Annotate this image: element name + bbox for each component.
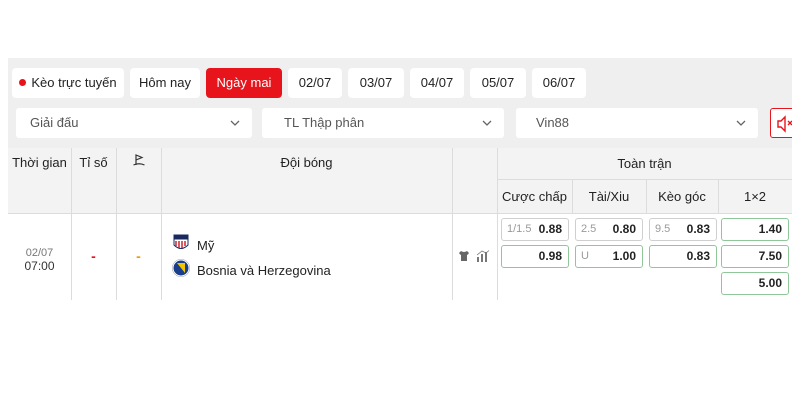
home-team[interactable]: Mỹ bbox=[197, 238, 214, 253]
odds-format-select[interactable]: TL Thập phân bbox=[262, 108, 504, 138]
header-full-match: Toàn trận bbox=[617, 156, 672, 171]
handicap-home-odds[interactable]: 1/1.5 0.88 bbox=[501, 218, 569, 241]
bookmaker-select[interactable]: Vin88 bbox=[516, 108, 758, 138]
odds-value: 5.00 bbox=[758, 276, 782, 290]
tab-label: Kèo trực tuyến bbox=[31, 75, 117, 90]
over-odds[interactable]: 2.5 0.80 bbox=[575, 218, 643, 241]
corners-over-odds[interactable]: 9.5 0.83 bbox=[649, 218, 717, 241]
one-x-two-draw-odds[interactable]: 5.00 bbox=[721, 272, 789, 295]
match-score: - bbox=[91, 248, 96, 264]
odds-line: 9.5 bbox=[655, 223, 671, 235]
odds-value: 0.83 bbox=[686, 222, 710, 236]
header-1x2: 1×2 bbox=[743, 189, 767, 204]
bosnia-crest-icon bbox=[172, 259, 190, 277]
under-odds[interactable]: U 1.00 bbox=[575, 245, 643, 268]
sound-icon bbox=[777, 115, 792, 133]
sound-toggle-button[interactable] bbox=[770, 108, 792, 138]
odds-value: 0.98 bbox=[538, 249, 562, 263]
header-corners: Kèo góc bbox=[658, 189, 706, 204]
corner-flag-icon bbox=[132, 154, 145, 166]
odds-value: 1.00 bbox=[612, 249, 636, 263]
header-extra bbox=[116, 153, 161, 170]
tab-date-0307[interactable]: 03/07 bbox=[348, 68, 404, 98]
tab-tomorrow[interactable]: Ngày mai bbox=[206, 68, 282, 98]
league-select[interactable]: Giải đấu bbox=[16, 108, 252, 138]
odds-value: 0.88 bbox=[538, 222, 562, 236]
league-select-value: Giải đấu bbox=[30, 115, 79, 130]
odds-table: Thời gian Tỉ số Đội bóng Toàn trận Cược … bbox=[8, 148, 792, 300]
header-over-under: Tài/Xiu bbox=[588, 189, 630, 204]
usa-crest-icon bbox=[173, 234, 189, 249]
chevron-down-icon bbox=[736, 120, 746, 126]
match-time: 07:00 bbox=[24, 259, 55, 273]
odds-panel: Kèo trực tuyến Hôm nay Ngày mai 02/07 03… bbox=[8, 58, 792, 300]
match-corners-score: - bbox=[136, 248, 141, 264]
handicap-away-odds[interactable]: 0.98 bbox=[501, 245, 569, 268]
chevron-down-icon bbox=[230, 120, 240, 126]
header-handicap: Cược chấp bbox=[502, 189, 567, 204]
odds-line: U bbox=[581, 250, 589, 262]
match-date: 02/07 bbox=[25, 247, 54, 259]
header-teams: Đội bóng bbox=[280, 155, 333, 170]
odds-format-value: TL Thập phân bbox=[284, 115, 365, 130]
tab-live-odds[interactable]: Kèo trực tuyến bbox=[12, 68, 124, 98]
header-score: Tỉ số bbox=[79, 155, 108, 170]
stats-chart-icon[interactable] bbox=[476, 250, 490, 262]
odds-value: 1.40 bbox=[758, 222, 782, 236]
one-x-two-home-odds[interactable]: 1.40 bbox=[721, 218, 789, 241]
tab-today[interactable]: Hôm nay bbox=[130, 68, 200, 98]
tab-date-0207[interactable]: 02/07 bbox=[288, 68, 342, 98]
corners-under-odds[interactable]: 0.83 bbox=[649, 245, 717, 268]
chevron-down-icon bbox=[482, 120, 492, 126]
odds-value: 0.80 bbox=[612, 222, 636, 236]
away-team[interactable]: Bosnia và Herzegovina bbox=[197, 263, 331, 278]
odds-line: 1/1.5 bbox=[507, 223, 532, 235]
header-time: Thời gian bbox=[12, 155, 67, 170]
odds-value: 7.50 bbox=[758, 249, 782, 263]
tab-date-0407[interactable]: 04/07 bbox=[410, 68, 464, 98]
tab-date-0607[interactable]: 06/07 bbox=[532, 68, 586, 98]
tab-date-0507[interactable]: 05/07 bbox=[470, 68, 526, 98]
jersey-icon[interactable] bbox=[458, 250, 470, 262]
live-dot-icon bbox=[19, 79, 27, 86]
one-x-two-away-odds[interactable]: 7.50 bbox=[721, 245, 789, 268]
odds-value: 0.83 bbox=[686, 249, 710, 263]
odds-line: 2.5 bbox=[581, 223, 597, 235]
bookmaker-value: Vin88 bbox=[536, 115, 570, 130]
